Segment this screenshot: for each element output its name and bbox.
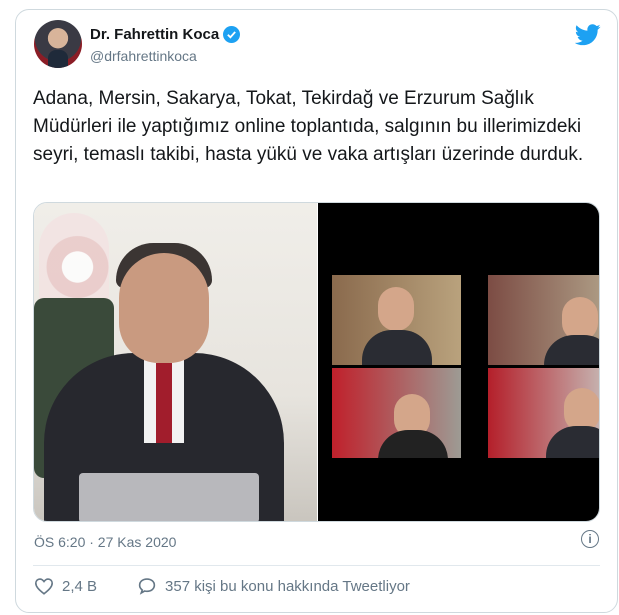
tie — [156, 363, 172, 443]
face — [119, 253, 209, 363]
speech-bubble-icon — [138, 578, 156, 595]
heart-icon — [34, 578, 54, 595]
like-count: 2,4 B — [62, 577, 98, 595]
participant-face — [378, 287, 414, 331]
participant-body — [378, 430, 448, 458]
video-tile — [488, 275, 599, 365]
like-action[interactable]: 2,4 B — [34, 577, 97, 595]
participant-body — [544, 335, 599, 365]
tweet-card[interactable]: Dr. Fahrettin Koca @drfahrettinkoca Adan… — [15, 9, 618, 613]
info-icon[interactable]: i — [581, 530, 599, 548]
conversation-text: 357 kişi bu konu hakkında Tweetliyor — [165, 577, 410, 595]
tweet-timestamp[interactable]: ÖS 6:20 · 27 Kas 2020 — [34, 534, 176, 550]
conversation-action[interactable]: 357 kişi bu konu hakkında Tweetliyor — [137, 577, 410, 595]
author-handle[interactable]: @drfahrettinkoca — [90, 48, 197, 64]
photo-minister[interactable] — [34, 203, 317, 521]
avatar[interactable] — [34, 20, 82, 68]
action-bar: 2,4 B 357 kişi bu konu hakkında Tweetliy… — [34, 577, 410, 595]
tweet-text: Adana, Mersin, Sakarya, Tokat, Tekirdağ … — [33, 88, 584, 165]
divider — [33, 565, 600, 566]
participant-body — [362, 330, 432, 365]
author-row: Dr. Fahrettin Koca — [90, 26, 241, 43]
laptop — [79, 473, 259, 521]
video-tile — [488, 368, 599, 458]
photo-video-conference[interactable] — [318, 203, 599, 521]
participant-body — [546, 426, 599, 458]
verified-badge-icon — [223, 26, 241, 43]
tweet-media[interactable] — [33, 202, 600, 522]
author-name[interactable]: Dr. Fahrettin Koca — [90, 26, 219, 43]
video-tile — [332, 275, 461, 365]
twitter-bird-icon[interactable] — [575, 24, 601, 46]
video-tile — [332, 368, 461, 458]
